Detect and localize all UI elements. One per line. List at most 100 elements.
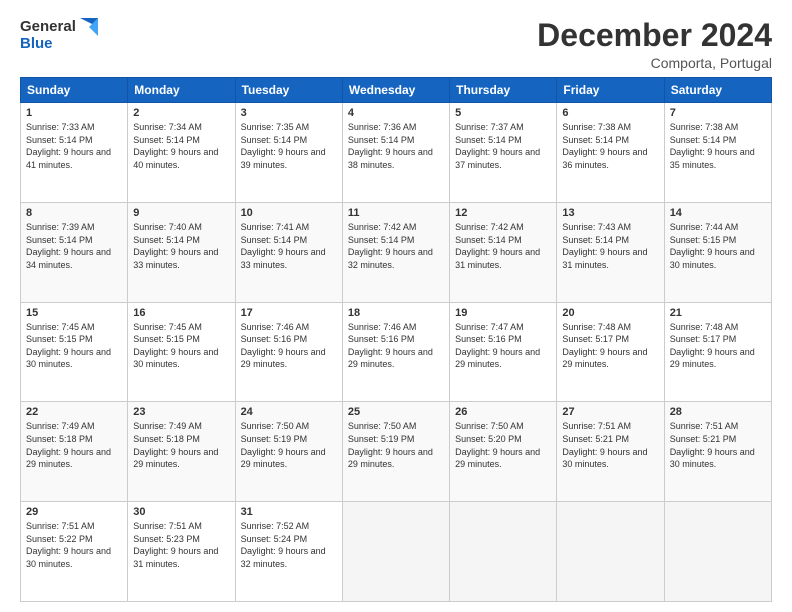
col-friday: Friday xyxy=(557,78,664,103)
day-info: Sunrise: 7:51 AM Sunset: 5:21 PM Dayligh… xyxy=(670,420,766,470)
day-number: 9 xyxy=(133,207,229,219)
table-cell xyxy=(557,502,664,602)
day-number: 19 xyxy=(455,307,551,319)
table-cell: 4 Sunrise: 7:36 AM Sunset: 5:14 PM Dayli… xyxy=(342,103,449,203)
col-thursday: Thursday xyxy=(450,78,557,103)
logo: General Blue xyxy=(20,18,98,53)
table-cell: 28 Sunrise: 7:51 AM Sunset: 5:21 PM Dayl… xyxy=(664,402,771,502)
col-sunday: Sunday xyxy=(21,78,128,103)
table-cell xyxy=(450,502,557,602)
day-info: Sunrise: 7:47 AM Sunset: 5:16 PM Dayligh… xyxy=(455,321,551,371)
table-cell: 15 Sunrise: 7:45 AM Sunset: 5:15 PM Dayl… xyxy=(21,302,128,402)
day-info: Sunrise: 7:49 AM Sunset: 5:18 PM Dayligh… xyxy=(26,420,122,470)
calendar-week-3: 15 Sunrise: 7:45 AM Sunset: 5:15 PM Dayl… xyxy=(21,302,772,402)
day-number: 28 xyxy=(670,406,766,418)
calendar-header-row: Sunday Monday Tuesday Wednesday Thursday… xyxy=(21,78,772,103)
table-cell xyxy=(664,502,771,602)
table-cell: 30 Sunrise: 7:51 AM Sunset: 5:23 PM Dayl… xyxy=(128,502,235,602)
table-cell: 13 Sunrise: 7:43 AM Sunset: 5:14 PM Dayl… xyxy=(557,202,664,302)
day-number: 17 xyxy=(241,307,337,319)
day-number: 18 xyxy=(348,307,444,319)
table-cell: 24 Sunrise: 7:50 AM Sunset: 5:19 PM Dayl… xyxy=(235,402,342,502)
day-info: Sunrise: 7:33 AM Sunset: 5:14 PM Dayligh… xyxy=(26,121,122,171)
day-number: 15 xyxy=(26,307,122,319)
table-cell: 1 Sunrise: 7:33 AM Sunset: 5:14 PM Dayli… xyxy=(21,103,128,203)
day-info: Sunrise: 7:51 AM Sunset: 5:21 PM Dayligh… xyxy=(562,420,658,470)
day-info: Sunrise: 7:52 AM Sunset: 5:24 PM Dayligh… xyxy=(241,520,337,570)
table-cell: 9 Sunrise: 7:40 AM Sunset: 5:14 PM Dayli… xyxy=(128,202,235,302)
day-info: Sunrise: 7:45 AM Sunset: 5:15 PM Dayligh… xyxy=(26,321,122,371)
day-info: Sunrise: 7:42 AM Sunset: 5:14 PM Dayligh… xyxy=(455,221,551,271)
table-cell: 31 Sunrise: 7:52 AM Sunset: 5:24 PM Dayl… xyxy=(235,502,342,602)
table-cell xyxy=(342,502,449,602)
day-info: Sunrise: 7:49 AM Sunset: 5:18 PM Dayligh… xyxy=(133,420,229,470)
table-cell: 27 Sunrise: 7:51 AM Sunset: 5:21 PM Dayl… xyxy=(557,402,664,502)
day-info: Sunrise: 7:38 AM Sunset: 5:14 PM Dayligh… xyxy=(670,121,766,171)
day-number: 8 xyxy=(26,207,122,219)
table-cell: 7 Sunrise: 7:38 AM Sunset: 5:14 PM Dayli… xyxy=(664,103,771,203)
calendar-week-2: 8 Sunrise: 7:39 AM Sunset: 5:14 PM Dayli… xyxy=(21,202,772,302)
day-number: 23 xyxy=(133,406,229,418)
day-info: Sunrise: 7:42 AM Sunset: 5:14 PM Dayligh… xyxy=(348,221,444,271)
day-info: Sunrise: 7:34 AM Sunset: 5:14 PM Dayligh… xyxy=(133,121,229,171)
day-info: Sunrise: 7:46 AM Sunset: 5:16 PM Dayligh… xyxy=(241,321,337,371)
day-number: 20 xyxy=(562,307,658,319)
day-info: Sunrise: 7:48 AM Sunset: 5:17 PM Dayligh… xyxy=(670,321,766,371)
day-info: Sunrise: 7:36 AM Sunset: 5:14 PM Dayligh… xyxy=(348,121,444,171)
day-number: 24 xyxy=(241,406,337,418)
day-number: 14 xyxy=(670,207,766,219)
table-cell: 29 Sunrise: 7:51 AM Sunset: 5:22 PM Dayl… xyxy=(21,502,128,602)
day-info: Sunrise: 7:48 AM Sunset: 5:17 PM Dayligh… xyxy=(562,321,658,371)
table-cell: 17 Sunrise: 7:46 AM Sunset: 5:16 PM Dayl… xyxy=(235,302,342,402)
day-number: 29 xyxy=(26,506,122,518)
day-info: Sunrise: 7:51 AM Sunset: 5:23 PM Dayligh… xyxy=(133,520,229,570)
col-tuesday: Tuesday xyxy=(235,78,342,103)
location: Comporta, Portugal xyxy=(537,55,772,71)
calendar-week-5: 29 Sunrise: 7:51 AM Sunset: 5:22 PM Dayl… xyxy=(21,502,772,602)
day-info: Sunrise: 7:38 AM Sunset: 5:14 PM Dayligh… xyxy=(562,121,658,171)
day-number: 26 xyxy=(455,406,551,418)
day-number: 6 xyxy=(562,107,658,119)
table-cell: 20 Sunrise: 7:48 AM Sunset: 5:17 PM Dayl… xyxy=(557,302,664,402)
day-info: Sunrise: 7:39 AM Sunset: 5:14 PM Dayligh… xyxy=(26,221,122,271)
day-number: 10 xyxy=(241,207,337,219)
day-info: Sunrise: 7:50 AM Sunset: 5:19 PM Dayligh… xyxy=(241,420,337,470)
day-number: 13 xyxy=(562,207,658,219)
month-title: December 2024 xyxy=(537,18,772,53)
table-cell: 21 Sunrise: 7:48 AM Sunset: 5:17 PM Dayl… xyxy=(664,302,771,402)
table-cell: 16 Sunrise: 7:45 AM Sunset: 5:15 PM Dayl… xyxy=(128,302,235,402)
day-info: Sunrise: 7:41 AM Sunset: 5:14 PM Dayligh… xyxy=(241,221,337,271)
day-number: 1 xyxy=(26,107,122,119)
day-info: Sunrise: 7:51 AM Sunset: 5:22 PM Dayligh… xyxy=(26,520,122,570)
day-info: Sunrise: 7:50 AM Sunset: 5:20 PM Dayligh… xyxy=(455,420,551,470)
table-cell: 11 Sunrise: 7:42 AM Sunset: 5:14 PM Dayl… xyxy=(342,202,449,302)
day-number: 2 xyxy=(133,107,229,119)
day-number: 4 xyxy=(348,107,444,119)
col-saturday: Saturday xyxy=(664,78,771,103)
table-cell: 10 Sunrise: 7:41 AM Sunset: 5:14 PM Dayl… xyxy=(235,202,342,302)
table-cell: 12 Sunrise: 7:42 AM Sunset: 5:14 PM Dayl… xyxy=(450,202,557,302)
day-info: Sunrise: 7:43 AM Sunset: 5:14 PM Dayligh… xyxy=(562,221,658,271)
day-number: 3 xyxy=(241,107,337,119)
day-number: 30 xyxy=(133,506,229,518)
day-number: 27 xyxy=(562,406,658,418)
col-wednesday: Wednesday xyxy=(342,78,449,103)
day-info: Sunrise: 7:40 AM Sunset: 5:14 PM Dayligh… xyxy=(133,221,229,271)
day-info: Sunrise: 7:50 AM Sunset: 5:19 PM Dayligh… xyxy=(348,420,444,470)
day-number: 7 xyxy=(670,107,766,119)
table-cell: 6 Sunrise: 7:38 AM Sunset: 5:14 PM Dayli… xyxy=(557,103,664,203)
day-number: 31 xyxy=(241,506,337,518)
day-number: 22 xyxy=(26,406,122,418)
table-cell: 22 Sunrise: 7:49 AM Sunset: 5:18 PM Dayl… xyxy=(21,402,128,502)
day-info: Sunrise: 7:37 AM Sunset: 5:14 PM Dayligh… xyxy=(455,121,551,171)
calendar-week-1: 1 Sunrise: 7:33 AM Sunset: 5:14 PM Dayli… xyxy=(21,103,772,203)
table-cell: 5 Sunrise: 7:37 AM Sunset: 5:14 PM Dayli… xyxy=(450,103,557,203)
day-number: 12 xyxy=(455,207,551,219)
table-cell: 3 Sunrise: 7:35 AM Sunset: 5:14 PM Dayli… xyxy=(235,103,342,203)
day-number: 16 xyxy=(133,307,229,319)
table-cell: 2 Sunrise: 7:34 AM Sunset: 5:14 PM Dayli… xyxy=(128,103,235,203)
col-monday: Monday xyxy=(128,78,235,103)
header: General Blue December 2024 Comporta, Por… xyxy=(20,18,772,71)
day-number: 11 xyxy=(348,207,444,219)
day-number: 25 xyxy=(348,406,444,418)
